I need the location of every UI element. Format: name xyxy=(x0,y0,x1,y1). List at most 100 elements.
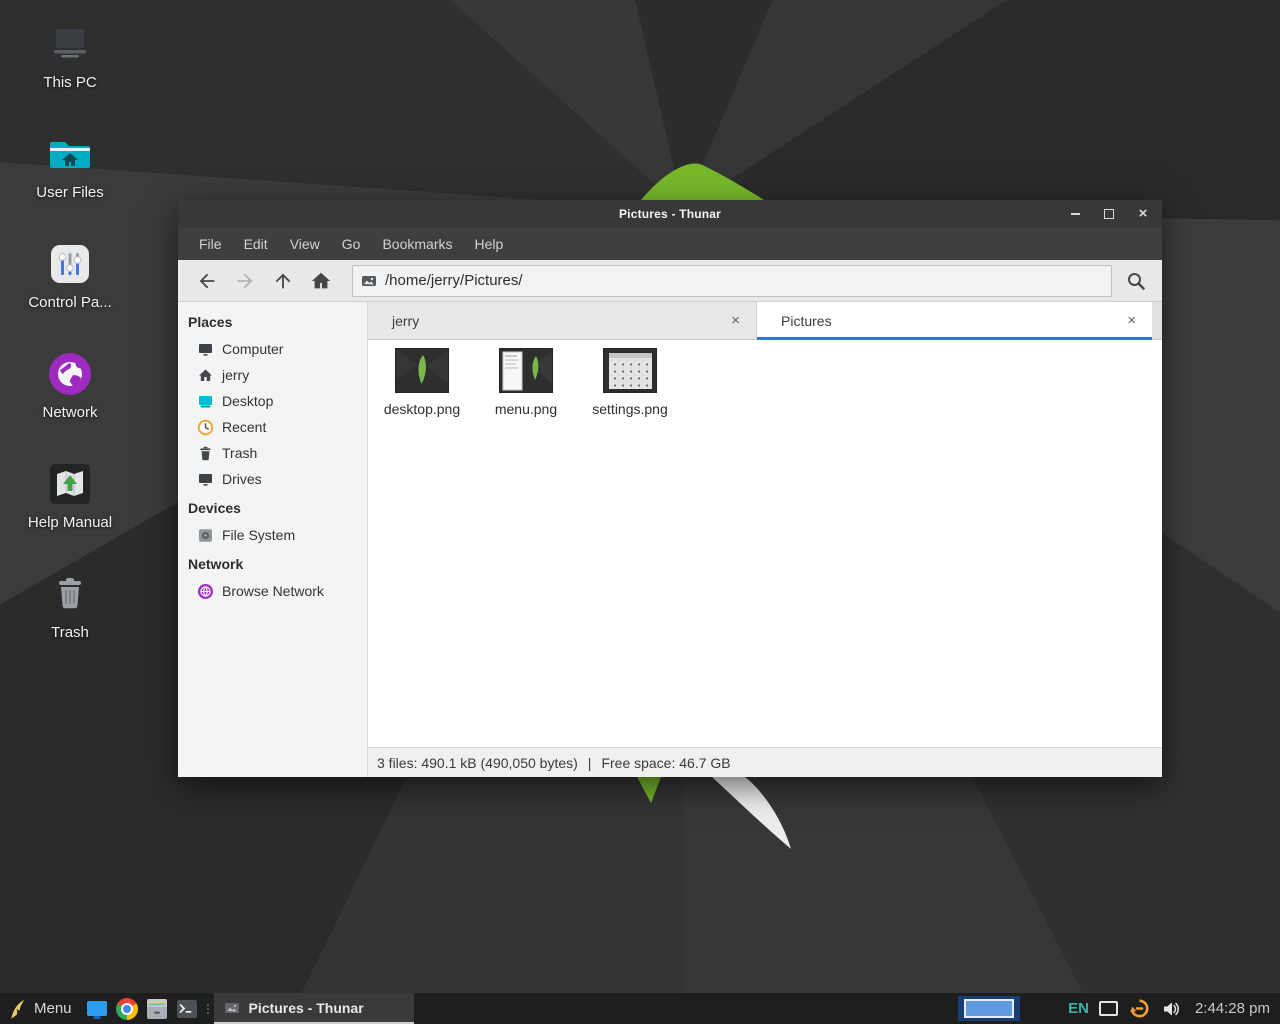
menu-go[interactable]: Go xyxy=(331,228,372,260)
path-input[interactable]: /home/jerry/Pictures/ xyxy=(352,265,1112,297)
file-manager-launcher[interactable] xyxy=(82,993,112,1024)
file-view[interactable]: desktop.png xyxy=(368,340,1162,747)
trash-icon xyxy=(46,570,94,618)
main-pane: jerry × Pictures × xyxy=(368,302,1162,777)
keyboard-layout-indicator[interactable]: EN xyxy=(1068,1000,1089,1017)
desktop-icon-label: Trash xyxy=(18,624,122,641)
tab-bar: jerry × Pictures × xyxy=(368,302,1162,340)
file-desktop-png[interactable]: desktop.png xyxy=(374,348,470,417)
desktop-icon-user-files[interactable]: User Files xyxy=(18,130,122,240)
path-text: /home/jerry/Pictures/ xyxy=(385,272,523,289)
chrome-icon xyxy=(116,998,138,1020)
menu-label: Menu xyxy=(34,1000,72,1017)
panel-separator-handle[interactable] xyxy=(204,993,212,1024)
menubar: File Edit View Go Bookmarks Help xyxy=(178,228,1162,260)
thunar-window: Pictures - Thunar × File Edit View Go Bo… xyxy=(178,200,1162,777)
menu-bookmarks[interactable]: Bookmarks xyxy=(371,228,463,260)
sidebar-item-home-jerry[interactable]: jerry xyxy=(178,362,367,388)
taskbar-window-button[interactable]: Pictures - Thunar xyxy=(214,993,414,1024)
tab-close-icon[interactable]: × xyxy=(727,312,744,329)
drives-icon xyxy=(197,471,214,488)
desktop-icon-trash[interactable]: Trash xyxy=(18,570,122,680)
menu-help[interactable]: Help xyxy=(464,228,515,260)
desktop-icon-this-pc[interactable]: This PC xyxy=(18,20,122,130)
desktop-icon-control-panel[interactable]: Control Pa... xyxy=(18,240,122,350)
status-files-info: 3 files: 490.1 kB (490,050 bytes) xyxy=(377,755,578,771)
sidebar-item-file-system[interactable]: File System xyxy=(178,522,367,548)
window-title: Pictures - Thunar xyxy=(178,207,1162,221)
sidebar-item-computer[interactable]: Computer xyxy=(178,336,367,362)
forward-button[interactable] xyxy=(226,265,264,297)
clock[interactable]: 2:44:28 pm xyxy=(1195,1000,1270,1017)
back-button[interactable] xyxy=(188,265,226,297)
update-manager-tray-icon[interactable] xyxy=(1129,997,1151,1021)
active-workspace xyxy=(964,999,1014,1018)
menu-edit[interactable]: Edit xyxy=(233,228,279,260)
terminal-icon xyxy=(175,997,199,1021)
minimize-button[interactable] xyxy=(1068,207,1082,221)
image-thumbnail xyxy=(395,348,449,393)
volume-tray-icon[interactable] xyxy=(1160,997,1182,1021)
display-settings-tray-icon[interactable] xyxy=(1098,997,1120,1021)
control-panel-icon xyxy=(46,240,94,288)
sidebar-item-desktop[interactable]: Desktop xyxy=(178,388,367,414)
sidebar-header-devices: Devices xyxy=(178,494,367,522)
terminal-launcher[interactable] xyxy=(172,993,202,1024)
status-free-space: Free space: 46.7 GB xyxy=(601,755,730,771)
app-menu-button[interactable]: Menu xyxy=(0,993,82,1024)
image-file-icon xyxy=(224,1000,240,1016)
computer-icon xyxy=(46,20,94,68)
maximize-button[interactable] xyxy=(1102,207,1116,221)
hard-disk-icon xyxy=(197,527,214,544)
trash-icon xyxy=(197,445,214,462)
image-thumbnail xyxy=(603,348,657,393)
help-manual-icon xyxy=(46,460,94,508)
sidebar-item-trash[interactable]: Trash xyxy=(178,440,367,466)
clock-recent-icon xyxy=(197,419,214,436)
sidebar-item-recent[interactable]: Recent xyxy=(178,414,367,440)
file-name: settings.png xyxy=(582,401,678,417)
home-icon xyxy=(197,367,214,384)
up-button[interactable] xyxy=(264,265,302,297)
tab-pictures[interactable]: Pictures × xyxy=(757,302,1152,339)
computer-icon xyxy=(197,341,214,358)
taskbar: Menu xyxy=(0,993,1280,1024)
tab-jerry[interactable]: jerry × xyxy=(368,302,757,339)
sidebar-item-browse-network[interactable]: Browse Network xyxy=(178,578,367,604)
file-manager-icon xyxy=(85,997,109,1021)
desktop-icon-column: This PC User Files xyxy=(18,20,122,680)
desktop-icon-label: Control Pa... xyxy=(18,294,122,311)
sidebar: Places Computer jerry xyxy=(178,302,368,777)
desktop-icon-help-manual[interactable]: Help Manual xyxy=(18,460,122,570)
desktop-icon-label: User Files xyxy=(18,184,122,201)
archive-manager-launcher[interactable] xyxy=(142,993,172,1024)
chrome-launcher[interactable] xyxy=(112,993,142,1024)
sidebar-header-places: Places xyxy=(178,308,367,336)
task-button-label: Pictures - Thunar xyxy=(249,1000,364,1016)
desktop-icon-label: Network xyxy=(18,404,122,421)
file-menu-png[interactable]: menu.png xyxy=(478,348,574,417)
menu-view[interactable]: View xyxy=(279,228,331,260)
menu-file[interactable]: File xyxy=(188,228,233,260)
desktop-icon-label: This PC xyxy=(18,74,122,91)
file-settings-png[interactable]: settings.png xyxy=(582,348,678,417)
sidebar-header-network: Network xyxy=(178,550,367,578)
workspace-switcher[interactable] xyxy=(958,996,1020,1021)
home-button[interactable] xyxy=(302,265,340,297)
window-controls: × xyxy=(1068,200,1150,228)
display-icon xyxy=(1099,1001,1118,1016)
search-button[interactable] xyxy=(1118,265,1154,297)
tab-close-icon[interactable]: × xyxy=(1123,312,1140,329)
network-globe-icon xyxy=(46,350,94,398)
toolbar: /home/jerry/Pictures/ xyxy=(178,260,1162,302)
desktop-icon-network[interactable]: Network xyxy=(18,350,122,460)
sidebar-item-drives[interactable]: Drives xyxy=(178,466,367,492)
desktop-icon xyxy=(197,393,214,410)
close-button[interactable]: × xyxy=(1136,207,1150,221)
system-tray: EN 2:44:28 pm xyxy=(1068,997,1280,1021)
archive-icon xyxy=(145,997,169,1021)
image-thumbnail xyxy=(499,348,553,393)
titlebar[interactable]: Pictures - Thunar × xyxy=(178,200,1162,228)
desktop-icon-label: Help Manual xyxy=(18,514,122,531)
linux-lite-feather-icon xyxy=(8,997,26,1021)
